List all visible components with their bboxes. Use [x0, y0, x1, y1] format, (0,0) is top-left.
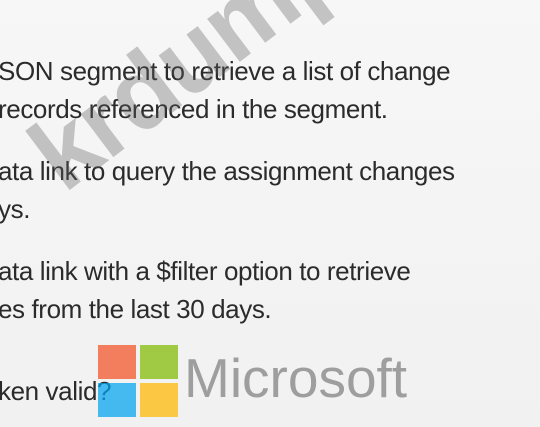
- document-page: SON segment to retrieve a list of change…: [0, 0, 540, 427]
- logo-yellow-square: [140, 383, 178, 417]
- logo-green-square: [140, 345, 178, 379]
- logo-blue-square: [98, 383, 136, 417]
- text-line-4: ys.: [0, 194, 31, 224]
- microsoft-logo-icon: [98, 345, 182, 421]
- text-line-6: es from the last 30 days.: [0, 294, 272, 324]
- text-line-3: ata link to query the assignment changes: [0, 156, 455, 186]
- microsoft-wordmark: Microsoft: [184, 347, 408, 409]
- text-line-2: records referenced in the segment.: [0, 94, 388, 124]
- logo-red-square: [98, 345, 136, 379]
- text-line-1: SON segment to retrieve a list of change: [0, 56, 451, 86]
- text-line-7: ken valid?: [0, 376, 112, 406]
- text-line-5: ata link with a $filter option to retrie…: [0, 256, 411, 286]
